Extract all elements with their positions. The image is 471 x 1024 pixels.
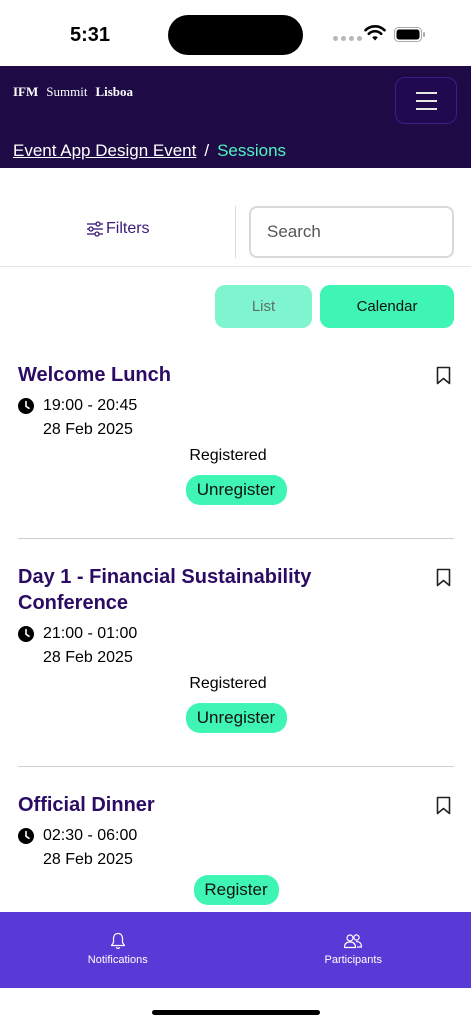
divider [18,538,454,539]
clock-icon [18,828,34,844]
session-time: 19:00 - 20:45 [43,397,138,414]
people-icon [344,934,363,949]
menu-button[interactable] [395,77,457,124]
unregister-button[interactable]: Unregister [185,703,287,733]
breadcrumb-event-link[interactable]: Event App Design Event [13,141,196,161]
sliders-icon [87,221,103,237]
unregister-button[interactable]: Unregister [185,475,287,505]
nav-notifications-label: Notifications [87,954,148,966]
brand-part-3: Lisboa [95,84,134,99]
clock-icon [18,398,34,414]
bell-icon [110,932,125,949]
signal-icon [333,36,362,41]
bookmark-icon[interactable] [436,568,451,587]
session-date: 28 Feb 2025 [43,851,133,868]
filters-button[interactable]: Filters [86,220,150,238]
session-title[interactable]: Official Dinner [18,792,378,818]
bookmark-icon[interactable] [436,366,451,385]
brand-part-2: Summit [46,84,88,99]
app-header: IFM Summit Lisboa Event App Design Event… [0,66,471,168]
divider [18,766,454,767]
session-time: 21:00 - 01:00 [43,625,138,642]
clock-icon [18,626,34,642]
session-title[interactable]: Welcome Lunch [18,362,378,388]
session-card: Official Dinner 02:30 - 06:00 28 Feb 202… [18,792,454,905]
hamburger-icon [415,91,437,94]
battery-icon [394,27,425,42]
wifi-icon [364,25,386,41]
nav-notifications[interactable]: Notifications [0,912,236,988]
breadcrumb: Event App Design Event / Sessions [13,141,286,161]
session-title[interactable]: Day 1 - Financial Sustainability Confere… [18,564,378,616]
home-indicator[interactable] [152,1010,320,1015]
session-date: 28 Feb 2025 [43,421,133,438]
bookmark-icon[interactable] [436,796,451,815]
status-time: 5:31 [70,24,111,46]
calendar-view-button[interactable]: Calendar [320,285,454,328]
bottom-nav: Notifications Participants [0,912,471,988]
breadcrumb-current: Sessions [217,141,287,160]
list-view-button[interactable]: List [215,285,312,328]
session-date: 28 Feb 2025 [43,649,133,666]
register-button[interactable]: Register [193,875,279,905]
nav-participants[interactable]: Participants [236,912,471,988]
registration-status: Registered [189,675,267,692]
registration-status: Registered [189,447,267,464]
divider [235,206,236,258]
filters-label: Filters [106,220,150,237]
session-card: Day 1 - Financial Sustainability Confere… [18,564,454,733]
brand-logo: IFM Summit Lisboa [13,84,133,100]
dynamic-island [168,15,303,55]
nav-participants-label: Participants [324,954,382,966]
status-bar: 5:31 [0,0,471,66]
brand-part-1: IFM [13,84,39,99]
breadcrumb-separator: / [204,141,210,160]
view-toggle: List Calendar [215,285,454,328]
session-card: Welcome Lunch 19:00 - 20:45 28 Feb 2025 … [18,362,454,505]
search-input[interactable] [249,206,454,258]
session-time: 02:30 - 06:00 [43,827,138,844]
filter-bar: Filters [0,168,471,267]
